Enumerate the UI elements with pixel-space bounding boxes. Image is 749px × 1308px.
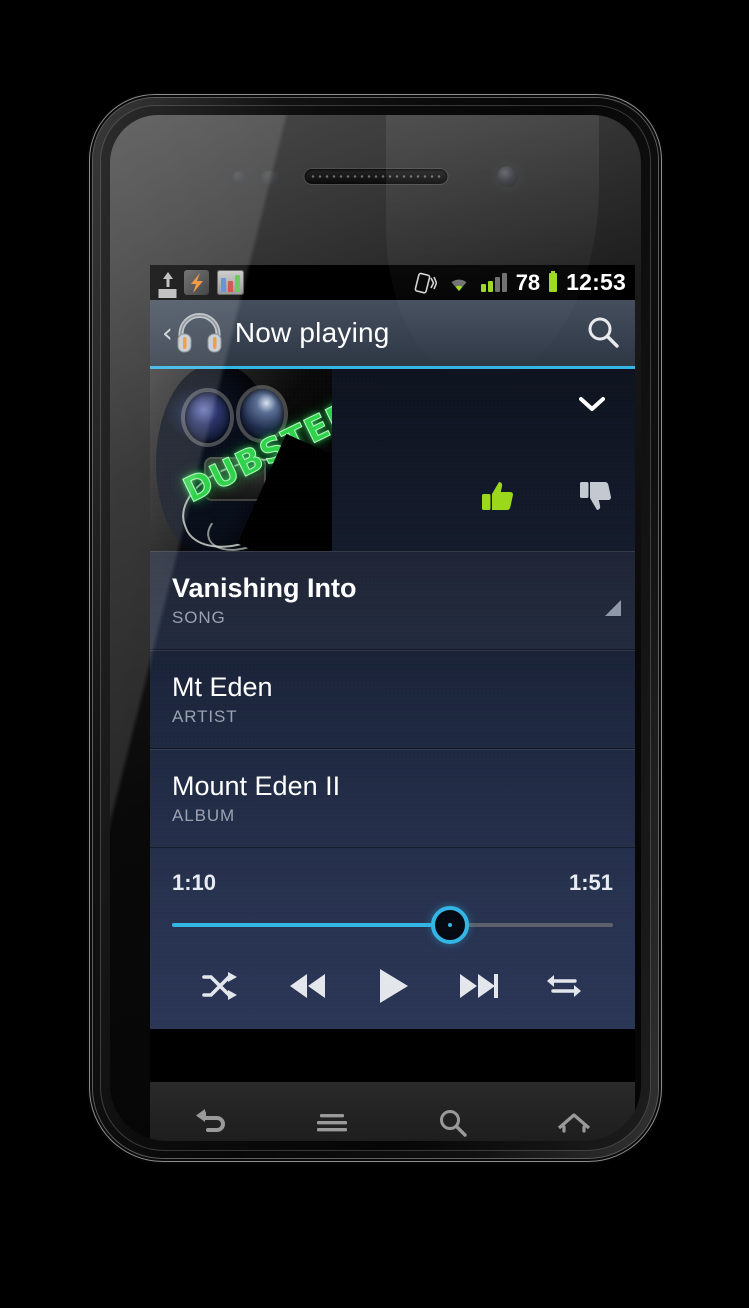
repeat-button[interactable] [537,963,591,1009]
song-label: SONG [172,608,226,628]
earpiece-speaker [304,169,447,184]
android-navigation-bar [150,1082,635,1141]
transport-controls [172,963,613,1009]
shuffle-button[interactable] [194,963,248,1009]
next-button[interactable] [451,963,505,1009]
seek-bar-fill [172,923,450,927]
thumbs-up-icon[interactable] [481,479,515,513]
search-button[interactable] [393,1082,514,1141]
album-name: Mount Eden II [172,770,341,801]
battery-level: 78 [515,269,541,295]
front-camera-icon [497,166,518,187]
page-title: Now playing [234,317,390,348]
song-title: Vanishing Into [172,572,357,603]
signal-icon [480,273,507,292]
status-bar: 78 12:53 [150,265,635,300]
google-play-music-headphones-icon[interactable] [176,312,223,354]
seek-section: 1:10 1:51 [150,848,635,1009]
now-playing-panel: DUBSTEP Vanishing Into SONG Mt Eden ARTI… [150,369,635,1029]
phone-bezel: 78 12:53 ‹ Now playing DUBSTEP Vanishing… [100,105,651,1151]
phone-front-glass: 78 12:53 ‹ Now playing DUBSTEP Vanishing… [110,115,641,1141]
album-label: ALBUM [172,806,236,826]
status-bar-left-icons [159,270,244,295]
monitor-chart-icon [217,270,244,295]
play-button[interactable] [366,963,420,1009]
status-bar-clock: 12:53 [566,269,626,295]
phone-screen: 78 12:53 ‹ Now playing DUBSTEP Vanishing… [150,265,635,1082]
vibrate-icon [414,272,437,294]
menu-button[interactable] [271,1082,392,1141]
wifi-icon [451,279,467,291]
back-button[interactable] [150,1082,271,1141]
now-playing-hero: DUBSTEP [150,369,635,551]
total-time: 1:51 [568,870,613,895]
table-row[interactable]: Vanishing Into SONG [150,551,635,650]
upload-icon [159,272,176,293]
seek-bar-thumb[interactable] [430,906,469,944]
elapsed-time: 1:10 [172,870,217,895]
rating-buttons [481,479,613,513]
time-labels: 1:10 1:51 [172,870,613,896]
up-back-button[interactable]: ‹ [162,320,173,347]
status-bar-right-icons: 78 12:53 [411,269,626,296]
search-icon [440,1110,467,1137]
home-button[interactable] [514,1082,635,1141]
hero-right-pane [332,369,635,551]
artist-label: ARTIST [172,707,238,727]
battery-icon [549,271,558,292]
table-row[interactable]: Mount Eden II ALBUM [150,749,635,848]
chevron-down-icon[interactable] [579,396,605,412]
context-menu-corner-icon[interactable] [605,600,621,616]
screenshot-root: 78 12:53 ‹ Now playing DUBSTEP Vanishing… [0,0,749,1308]
artist-name: Mt Eden [172,671,273,702]
album-art[interactable]: DUBSTEP [150,369,332,551]
phone-device: 78 12:53 ‹ Now playing DUBSTEP Vanishing… [93,98,658,1158]
back-arrow-icon [195,1109,225,1132]
bolt-icon [184,270,209,295]
search-icon[interactable] [583,313,623,353]
home-icon [558,1113,591,1133]
previous-button[interactable] [280,963,334,1009]
thumbs-down-icon[interactable] [579,479,613,513]
menu-lines-icon [316,1114,347,1132]
light-sensor-icon [261,171,281,184]
seek-bar[interactable] [172,906,613,944]
proximity-sensor-icon [233,171,246,184]
action-bar: ‹ Now playing [150,300,635,369]
table-row[interactable]: Mt Eden ARTIST [150,650,635,749]
